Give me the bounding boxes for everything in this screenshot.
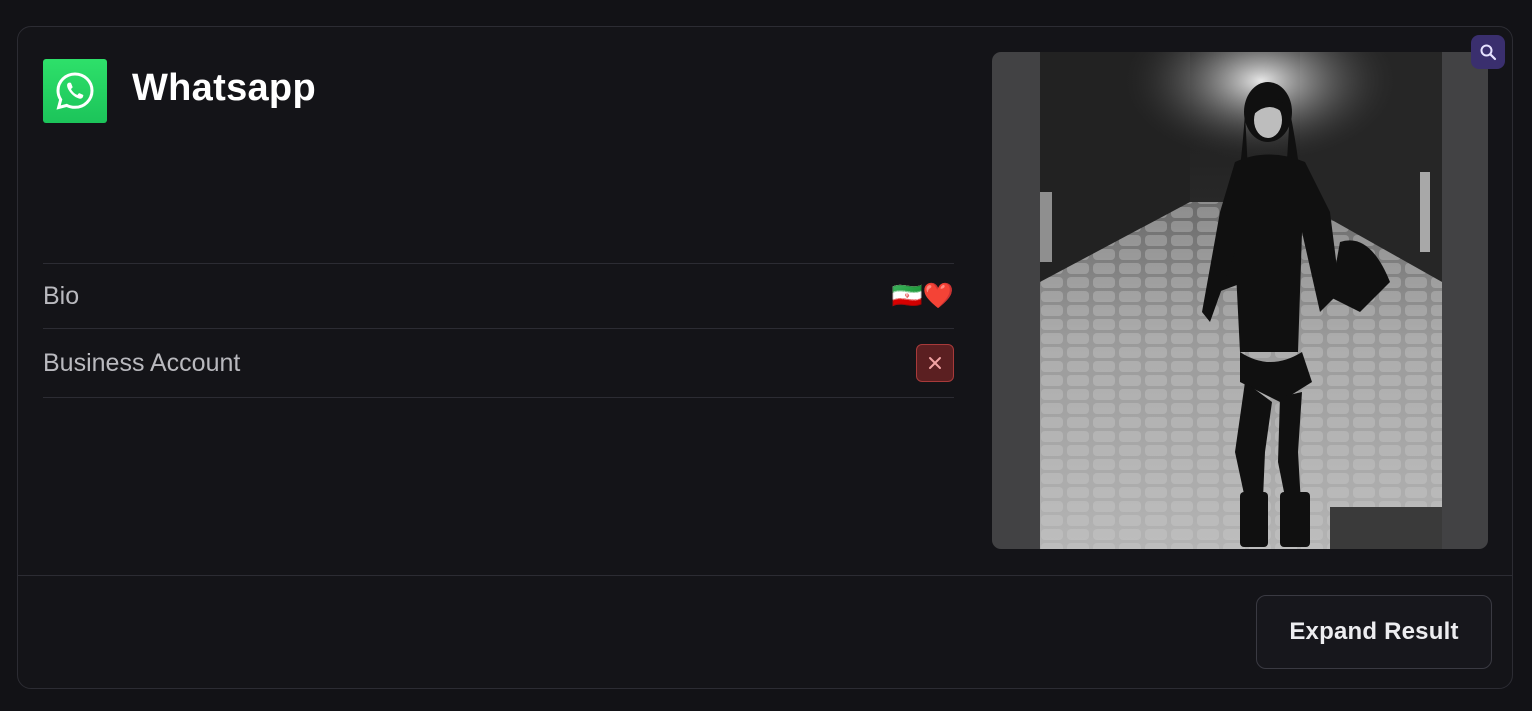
profile-photo-image — [1040, 52, 1442, 549]
field-row-business-account: Business Account — [43, 328, 954, 398]
field-label-business-account: Business Account — [43, 348, 241, 377]
result-card-footer: Expand Result — [18, 575, 1512, 688]
profile-fields: Bio 🇮🇷❤️ Business Account — [43, 263, 954, 398]
field-row-bio: Bio 🇮🇷❤️ — [43, 263, 954, 328]
result-card-body: Whatsapp Bio 🇮🇷❤️ Business Account — [18, 27, 1512, 576]
field-label-bio: Bio — [43, 281, 80, 310]
search-icon — [1480, 44, 1497, 61]
app-title: Whatsapp — [132, 67, 316, 109]
close-icon — [916, 344, 954, 382]
expand-result-button[interactable]: Expand Result — [1256, 595, 1492, 669]
zoom-button[interactable] — [1471, 35, 1505, 69]
whatsapp-icon — [43, 59, 107, 123]
profile-photo[interactable] — [992, 52, 1488, 549]
field-value-bio: 🇮🇷❤️ — [891, 281, 954, 310]
result-card: Whatsapp Bio 🇮🇷❤️ Business Account Expan… — [17, 26, 1513, 689]
